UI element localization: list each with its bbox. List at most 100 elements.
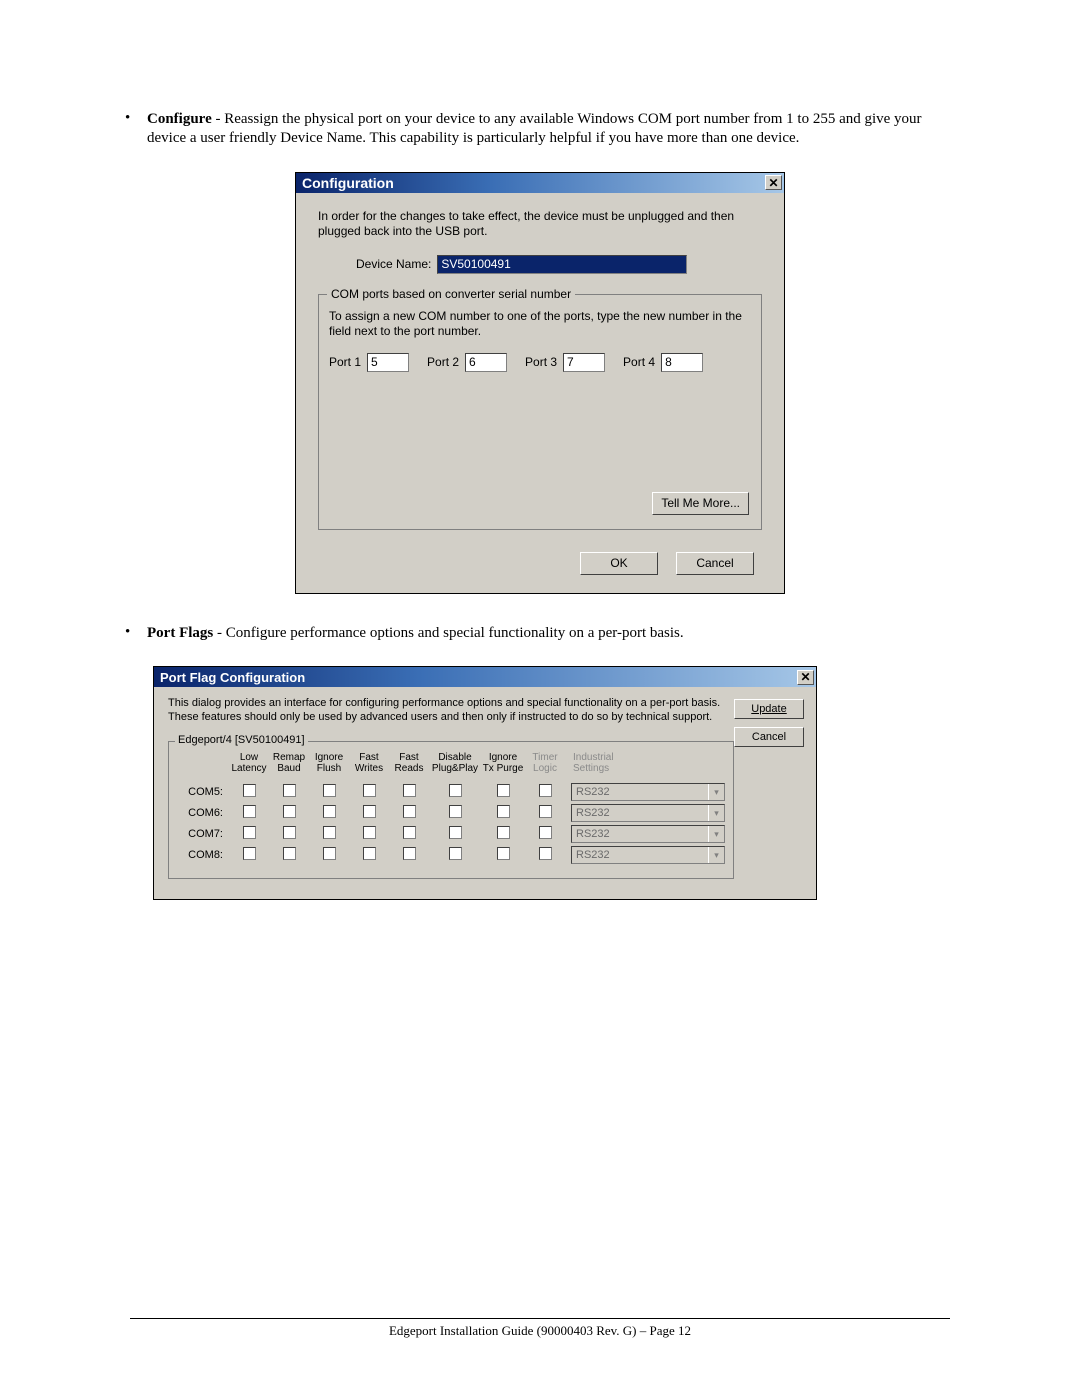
- port-input[interactable]: 8: [661, 353, 703, 372]
- industrial-settings-select[interactable]: RS232▾: [571, 804, 725, 822]
- edgeport-group: Edgeport/4 [SV50100491] Low Latency Rema…: [168, 741, 734, 879]
- row-name: COM7:: [177, 828, 229, 840]
- bullet-marker: •: [125, 624, 147, 643]
- group-legend: Edgeport/4 [SV50100491]: [175, 734, 308, 746]
- header-low-latency: Low Latency: [229, 752, 269, 774]
- table-row: COM5: RS232▾: [177, 782, 725, 803]
- bullet-bold: Port Flags: [147, 625, 213, 641]
- close-icon[interactable]: ✕: [765, 175, 782, 190]
- port-input[interactable]: 6: [465, 353, 507, 372]
- industrial-settings-select[interactable]: RS232▾: [571, 846, 725, 864]
- port-label: Port 2: [427, 355, 459, 369]
- checkbox-timer-logic[interactable]: [539, 784, 552, 797]
- header-timer-logic: Timer Logic: [525, 752, 565, 774]
- checkbox-ignore-flush[interactable]: [323, 826, 336, 839]
- configuration-dialog: Configuration ✕ In order for the changes…: [295, 172, 785, 594]
- checkbox-timer-logic[interactable]: [539, 847, 552, 860]
- row-name: COM6:: [177, 807, 229, 819]
- table-row: COM8: RS232▾: [177, 845, 725, 866]
- header-fast-reads: Fast Reads: [389, 752, 429, 774]
- checkbox-ignore-flush[interactable]: [323, 784, 336, 797]
- checkbox-fast-writes[interactable]: [363, 847, 376, 860]
- port-input[interactable]: 7: [563, 353, 605, 372]
- update-button[interactable]: Update: [734, 699, 804, 719]
- checkbox-remap-baud[interactable]: [283, 784, 296, 797]
- bullet-text: Port Flags - Configure performance optio…: [147, 624, 684, 643]
- checkbox-low-latency[interactable]: [243, 847, 256, 860]
- com-ports-group: COM ports based on converter serial numb…: [318, 294, 762, 530]
- checkbox-timer-logic[interactable]: [539, 805, 552, 818]
- port-2: Port 2 6: [427, 353, 507, 372]
- industrial-settings-select[interactable]: RS232▾: [571, 825, 725, 843]
- header-ignore-txpurge: Ignore Tx Purge: [481, 752, 525, 774]
- row-name: COM8:: [177, 849, 229, 861]
- bullet-text: Configure - Reassign the physical port o…: [147, 110, 955, 148]
- checkbox-remap-baud[interactable]: [283, 847, 296, 860]
- checkbox-fast-writes[interactable]: [363, 805, 376, 818]
- footer-text: Edgeport Installation Guide (90000403 Re…: [389, 1323, 691, 1338]
- checkbox-ignore-txpurge[interactable]: [497, 784, 510, 797]
- header-disable-pnp: Disable Plug&Play: [429, 752, 481, 774]
- table-row: COM6: RS232▾: [177, 803, 725, 824]
- port-4: Port 4 8: [623, 353, 703, 372]
- portflag-dialog: Port Flag Configuration ✕ This dialog pr…: [153, 666, 817, 900]
- bullet-rest: - Configure performance options and spec…: [213, 625, 683, 641]
- checkbox-fast-reads[interactable]: [403, 784, 416, 797]
- header-remap-baud: Remap Baud: [269, 752, 309, 774]
- dialog-notice: In order for the changes to take effect,…: [318, 209, 762, 239]
- industrial-settings-select[interactable]: RS232▾: [571, 783, 725, 801]
- table-row: COM7: RS232▾: [177, 824, 725, 845]
- port-3: Port 3 7: [525, 353, 605, 372]
- checkbox-ignore-txpurge[interactable]: [497, 826, 510, 839]
- chevron-down-icon: ▾: [708, 784, 724, 800]
- row-name: COM5:: [177, 786, 229, 798]
- header-fast-writes: Fast Writes: [349, 752, 389, 774]
- bullet-bold: Configure: [147, 111, 212, 127]
- page-footer: Edgeport Installation Guide (90000403 Re…: [0, 1318, 1080, 1339]
- port-input[interactable]: 5: [367, 353, 409, 372]
- port-label: Port 1: [329, 355, 361, 369]
- cancel-button[interactable]: Cancel: [734, 727, 804, 747]
- dialog-intro: This dialog provides an interface for co…: [168, 697, 734, 725]
- checkbox-low-latency[interactable]: [243, 826, 256, 839]
- checkbox-disable-pnp[interactable]: [449, 784, 462, 797]
- checkbox-low-latency[interactable]: [243, 784, 256, 797]
- header-industrial-settings: Industrial Settings: [565, 752, 725, 774]
- tell-me-more-button[interactable]: Tell Me More...: [652, 492, 749, 515]
- bullet-configure: • Configure - Reassign the physical port…: [125, 110, 955, 148]
- checkbox-fast-writes[interactable]: [363, 826, 376, 839]
- checkbox-disable-pnp[interactable]: [449, 805, 462, 818]
- bullet-rest: - Reassign the physical port on your dev…: [147, 111, 922, 146]
- dialog-titlebar: Port Flag Configuration ✕: [154, 667, 816, 687]
- checkbox-fast-writes[interactable]: [363, 784, 376, 797]
- device-name-input[interactable]: SV50100491: [437, 255, 687, 274]
- dialog-title: Port Flag Configuration: [160, 670, 797, 685]
- close-icon[interactable]: ✕: [797, 670, 814, 685]
- checkbox-ignore-txpurge[interactable]: [497, 805, 510, 818]
- checkbox-fast-reads[interactable]: [403, 826, 416, 839]
- checkbox-ignore-flush[interactable]: [323, 847, 336, 860]
- dialog-title: Configuration: [302, 175, 765, 191]
- checkbox-disable-pnp[interactable]: [449, 826, 462, 839]
- chevron-down-icon: ▾: [708, 826, 724, 842]
- checkbox-low-latency[interactable]: [243, 805, 256, 818]
- dialog-titlebar: Configuration ✕: [296, 173, 784, 193]
- bullet-marker: •: [125, 110, 147, 148]
- checkbox-fast-reads[interactable]: [403, 847, 416, 860]
- checkbox-fast-reads[interactable]: [403, 805, 416, 818]
- header-row: Low Latency Remap Baud Ignore Flush Fast…: [177, 752, 725, 774]
- chevron-down-icon: ▾: [708, 847, 724, 863]
- header-ignore-flush: Ignore Flush: [309, 752, 349, 774]
- cancel-button[interactable]: Cancel: [676, 552, 754, 575]
- device-name-label: Device Name:: [356, 257, 431, 271]
- ok-button[interactable]: OK: [580, 552, 658, 575]
- checkbox-timer-logic[interactable]: [539, 826, 552, 839]
- checkbox-ignore-flush[interactable]: [323, 805, 336, 818]
- checkbox-remap-baud[interactable]: [283, 805, 296, 818]
- port-label: Port 4: [623, 355, 655, 369]
- group-desc: To assign a new COM number to one of the…: [329, 309, 751, 339]
- checkbox-remap-baud[interactable]: [283, 826, 296, 839]
- checkbox-ignore-txpurge[interactable]: [497, 847, 510, 860]
- port-label: Port 3: [525, 355, 557, 369]
- checkbox-disable-pnp[interactable]: [449, 847, 462, 860]
